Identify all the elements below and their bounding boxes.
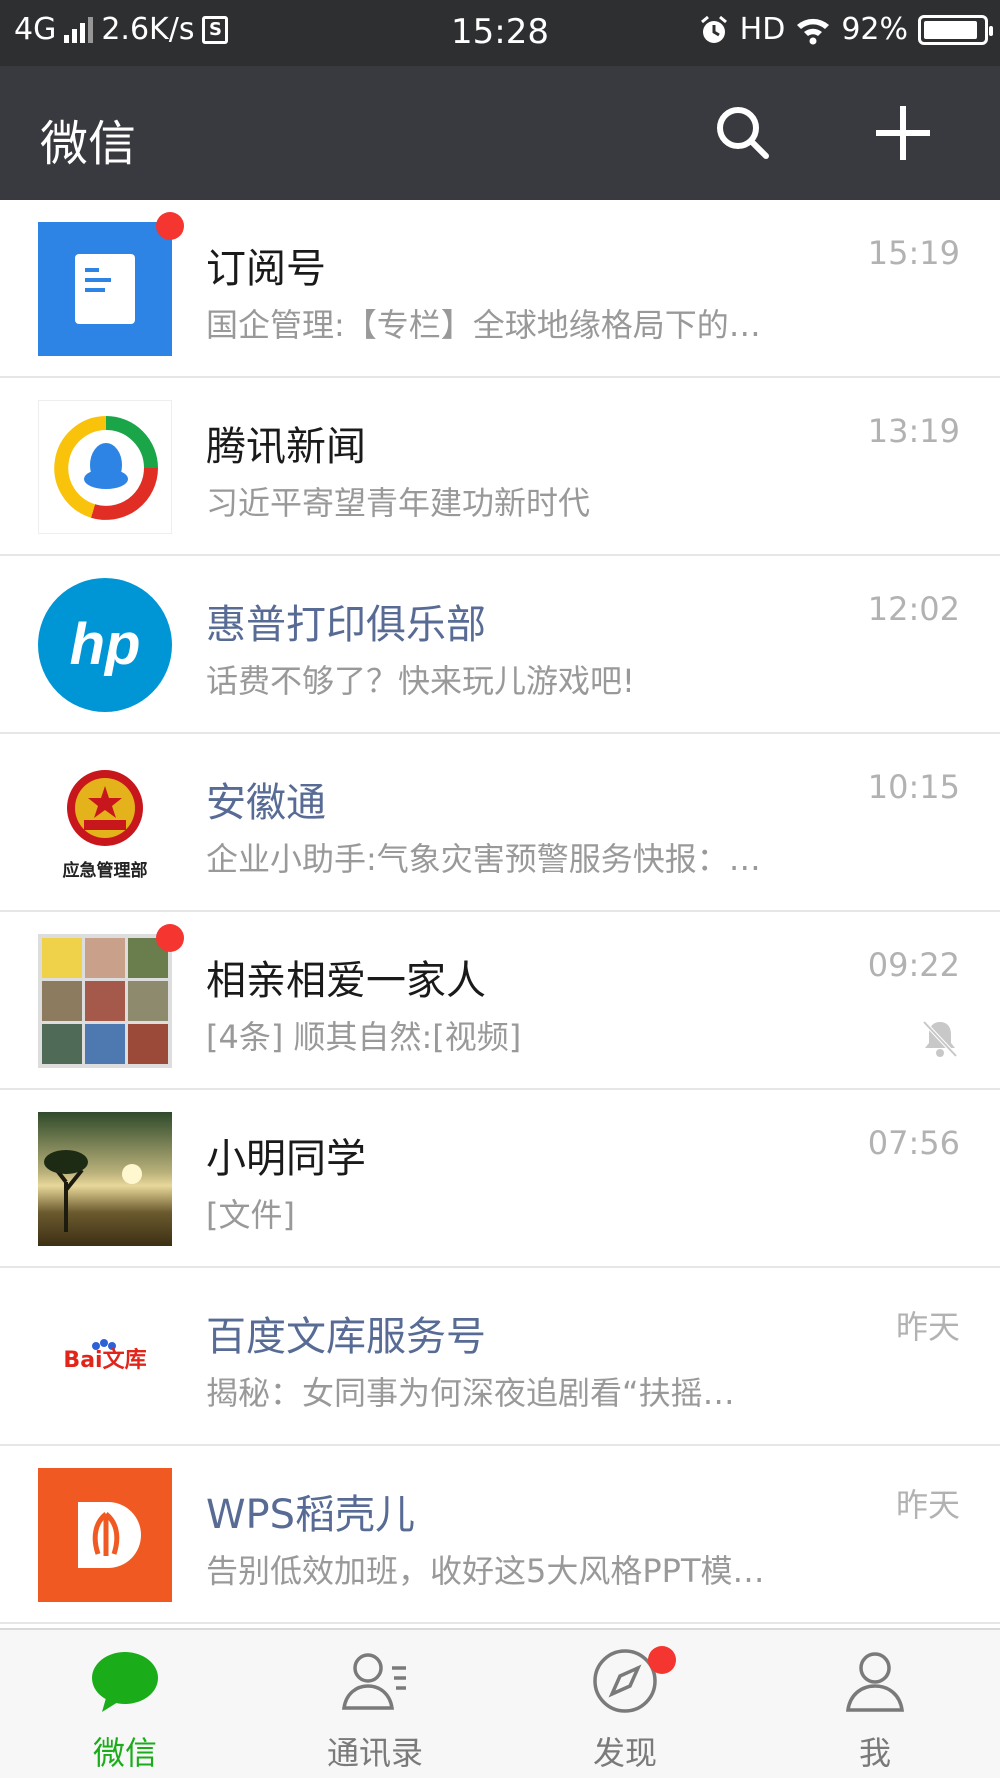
hd-indicator: HD [739,12,786,47]
sunset-photo [38,1112,172,1246]
unread-dot [156,212,184,240]
chat-preview: [文件] [206,1196,295,1234]
baidu-wenku-text: Bai文库 [63,1348,147,1373]
bottom-tab-bar: 微信 通讯录 发现 我 [0,1628,1000,1778]
emblem-caption: 应急管理部 [62,861,148,881]
chat-name: 惠普打印俱乐部 [206,602,486,648]
svg-text:hp: hp [70,612,141,677]
chat-name: 订阅号 [206,246,326,292]
chat-preview: 揭秘：女同事为何深夜追剧看“扶摇… [206,1374,735,1412]
chat-time: 昨天 [895,1308,960,1346]
chat-time: 15:19 [867,234,960,272]
subscription-icon [38,222,172,356]
chat-time: 09:22 [867,946,960,984]
contacts-icon [341,1653,406,1710]
chat-row[interactable]: 相亲相爱一家人 [4条] 顺其自然:[视频] 09:22 [0,912,1000,1090]
chat-list: 订阅号 国企管理:【专栏】全球地缘格局下的… 15:19 腾讯新闻 习近平寄望青… [0,200,1000,1624]
profile-icon [845,1652,905,1712]
muted-bell-icon [922,1020,958,1058]
baidu-wenku-logo: Bai文库 [38,1290,172,1424]
tab-label: 我 [858,1734,891,1772]
chat-time: 13:19 [867,412,960,450]
battery-icon [918,14,993,45]
chat-preview: 话费不够了？快来玩儿游戏吧! [206,662,635,700]
chat-time: 12:02 [867,590,960,628]
chat-preview: 企业小助手:气象灾害预警服务快报：… [206,840,761,878]
chat-row[interactable]: Bai文库 百度文库服务号 揭秘：女同事为何深夜追剧看“扶摇… 昨天 [0,1268,1000,1446]
status-bar: 4G 2.6K/s S 15:28 HD 92% [0,0,1000,66]
chat-row[interactable]: hp 惠普打印俱乐部 话费不够了？快来玩儿游戏吧! 12:02 [0,556,1000,734]
chat-row[interactable]: 应急管理部 安徽通 企业小助手:气象灾害预警服务快报：… 10:15 [0,734,1000,912]
tab-label: 微信 [92,1734,157,1772]
tab-label: 通讯录 [326,1734,423,1772]
app-header: 微信 [0,66,1000,200]
chat-time: 10:15 [867,768,960,806]
chat-row[interactable]: 小明同学 [文件] 07:56 [0,1090,1000,1268]
plus-icon[interactable] [870,100,936,166]
hp-logo: hp [38,578,172,712]
chat-row[interactable]: WPS稻壳儿 告别低效加班，收好这5大风格PPT模… 昨天 [0,1446,1000,1624]
chat-time: 07:56 [867,1124,960,1162]
unread-dot [156,924,184,952]
chat-time: 昨天 [895,1486,960,1524]
chat-name: 安徽通 [206,780,326,826]
battery-percent: 92% [841,12,908,47]
chat-row[interactable]: 腾讯新闻 习近平寄望青年建功新时代 13:19 [0,378,1000,556]
tab-me[interactable]: 我 [750,1630,1000,1778]
chat-name: WPS稻壳儿 [206,1492,416,1538]
search-icon[interactable] [710,100,776,166]
chat-name: 小明同学 [206,1136,366,1182]
chat-row[interactable]: 订阅号 国企管理:【专栏】全球地缘格局下的… 15:19 [0,200,1000,378]
emergency-management-emblem: 应急管理部 [38,756,172,890]
tencent-news-logo [38,400,172,534]
alarm-icon [700,15,727,43]
page-title: 微信 [40,116,137,172]
tab-chats[interactable]: 微信 [0,1630,250,1778]
chat-bubble-icon [92,1652,158,1712]
wps-docer-logo [38,1468,172,1602]
tab-discover[interactable]: 发现 [500,1630,750,1778]
chat-name: 相亲相爱一家人 [206,958,486,1004]
tab-contacts[interactable]: 通讯录 [250,1630,500,1778]
chat-preview: 习近平寄望青年建功新时代 [206,484,591,522]
tab-label: 发现 [592,1734,657,1772]
wifi-icon [797,18,830,44]
chat-name: 百度文库服务号 [206,1314,486,1360]
status-right: HD 92% [698,12,993,47]
chat-name: 腾讯新闻 [206,424,366,470]
chat-preview: [4条] 顺其自然:[视频] [206,1018,522,1056]
chat-preview: 国企管理:【专栏】全球地缘格局下的… [206,306,761,344]
discover-unread-dot [648,1646,676,1674]
group-photo-grid [38,934,172,1068]
chat-preview: 告别低效加班，收好这5大风格PPT模… [206,1552,765,1590]
